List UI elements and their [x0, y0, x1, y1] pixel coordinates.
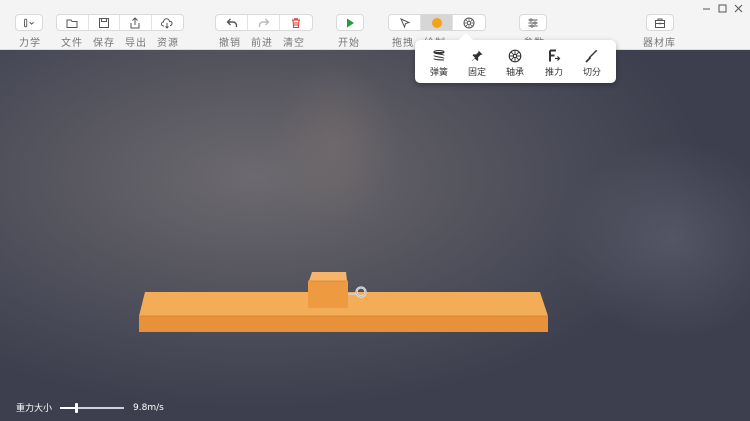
- file-label: 文件: [61, 38, 83, 49]
- folder-icon: [66, 19, 78, 28]
- popup-item-fix[interactable]: 固定: [459, 46, 495, 78]
- save-icon: [98, 17, 109, 28]
- params-group: [519, 14, 547, 31]
- file-group: [56, 14, 184, 31]
- minimize-icon: [703, 8, 710, 10]
- tube-icon: [24, 18, 34, 27]
- popup-item-label: 推力: [544, 68, 563, 78]
- popup-item-bearing[interactable]: 轴承: [497, 46, 533, 78]
- export-label: 导出: [125, 38, 147, 49]
- drag-label: 拖拽: [392, 38, 414, 49]
- popup-item-thrust[interactable]: 推力: [536, 46, 572, 78]
- gravity-value: 9.8m/s: [133, 402, 164, 413]
- sliders-icon: [528, 17, 538, 28]
- popup-item-cut[interactable]: 切分: [574, 46, 610, 78]
- maximize-icon: [718, 4, 727, 13]
- start-label: 开始: [338, 38, 360, 49]
- gravity-slider-thumb[interactable]: [75, 402, 79, 413]
- drag-tool-button[interactable]: [389, 15, 421, 30]
- window-controls: [701, 3, 744, 14]
- mode-label: 力学: [19, 38, 41, 49]
- library-group: [646, 14, 674, 31]
- draw-tool-button[interactable]: [421, 15, 453, 30]
- popup-item-label: 切分: [582, 68, 601, 78]
- gravity-label: 重力大小: [16, 404, 53, 414]
- gravity-slider-fill: [60, 406, 77, 409]
- close-button[interactable]: [733, 3, 744, 14]
- save-label: 保存: [93, 38, 115, 49]
- bearing-icon: [463, 17, 475, 28]
- gravity-control: 重力大小 9.8m/s: [16, 401, 164, 414]
- popup-item-label: 弹簧: [429, 68, 448, 78]
- redo-button[interactable]: [248, 15, 280, 30]
- clear-button[interactable]: [280, 15, 312, 30]
- save-button[interactable]: [89, 15, 120, 30]
- resources-label: 资源: [157, 38, 179, 49]
- play-icon: [347, 18, 354, 27]
- library-label: 器材库: [643, 38, 676, 49]
- undo-button[interactable]: [216, 15, 248, 30]
- clear-label: 清空: [283, 38, 305, 49]
- component-tool-button[interactable]: [453, 15, 485, 30]
- cloud-download-icon: [161, 17, 173, 29]
- popup-item-spring[interactable]: 弹簧: [421, 46, 457, 78]
- undo-label: 撤销: [219, 38, 241, 49]
- start-button[interactable]: [337, 15, 363, 30]
- share-icon: [130, 16, 140, 28]
- params-button[interactable]: [520, 15, 546, 30]
- spring-icon: [433, 49, 445, 61]
- popup-item-label: 固定: [467, 68, 486, 78]
- library-button[interactable]: [647, 15, 673, 30]
- popup-item-label: 轴承: [505, 68, 524, 78]
- minimize-button[interactable]: [701, 3, 712, 14]
- undo-icon: [226, 18, 237, 27]
- mode-dropdown-button[interactable]: [16, 15, 42, 30]
- resources-button[interactable]: [152, 15, 183, 30]
- file-button[interactable]: [57, 15, 89, 30]
- simulation-canvas[interactable]: [0, 0, 750, 421]
- edit-group: [215, 14, 313, 31]
- gravity-slider[interactable]: [60, 402, 125, 413]
- wooden-block[interactable]: [308, 272, 348, 308]
- close-icon: [734, 4, 743, 13]
- mode-dropdown[interactable]: [15, 14, 43, 31]
- bearing-icon: [508, 49, 522, 63]
- knife-icon: [585, 50, 598, 63]
- redo-icon: [258, 18, 269, 27]
- toolbox-icon: [655, 18, 665, 28]
- orange-circle-icon: [431, 17, 442, 28]
- maximize-button[interactable]: [717, 3, 728, 14]
- pin-icon: [471, 50, 483, 62]
- cursor-icon: [399, 17, 410, 28]
- trash-icon: [292, 17, 300, 28]
- export-button[interactable]: [120, 15, 152, 30]
- redo-label: 前进: [251, 38, 273, 49]
- toolbar: 力学 文件 保存 导出 资源 撤销 前进 清空 开始 拖拽 器材库: [0, 0, 750, 50]
- component-popup: 弹簧 固定 轴承 推力 切分: [415, 40, 616, 83]
- force-icon: [549, 49, 561, 62]
- tool-group: [388, 14, 486, 31]
- start-group: [336, 14, 364, 31]
